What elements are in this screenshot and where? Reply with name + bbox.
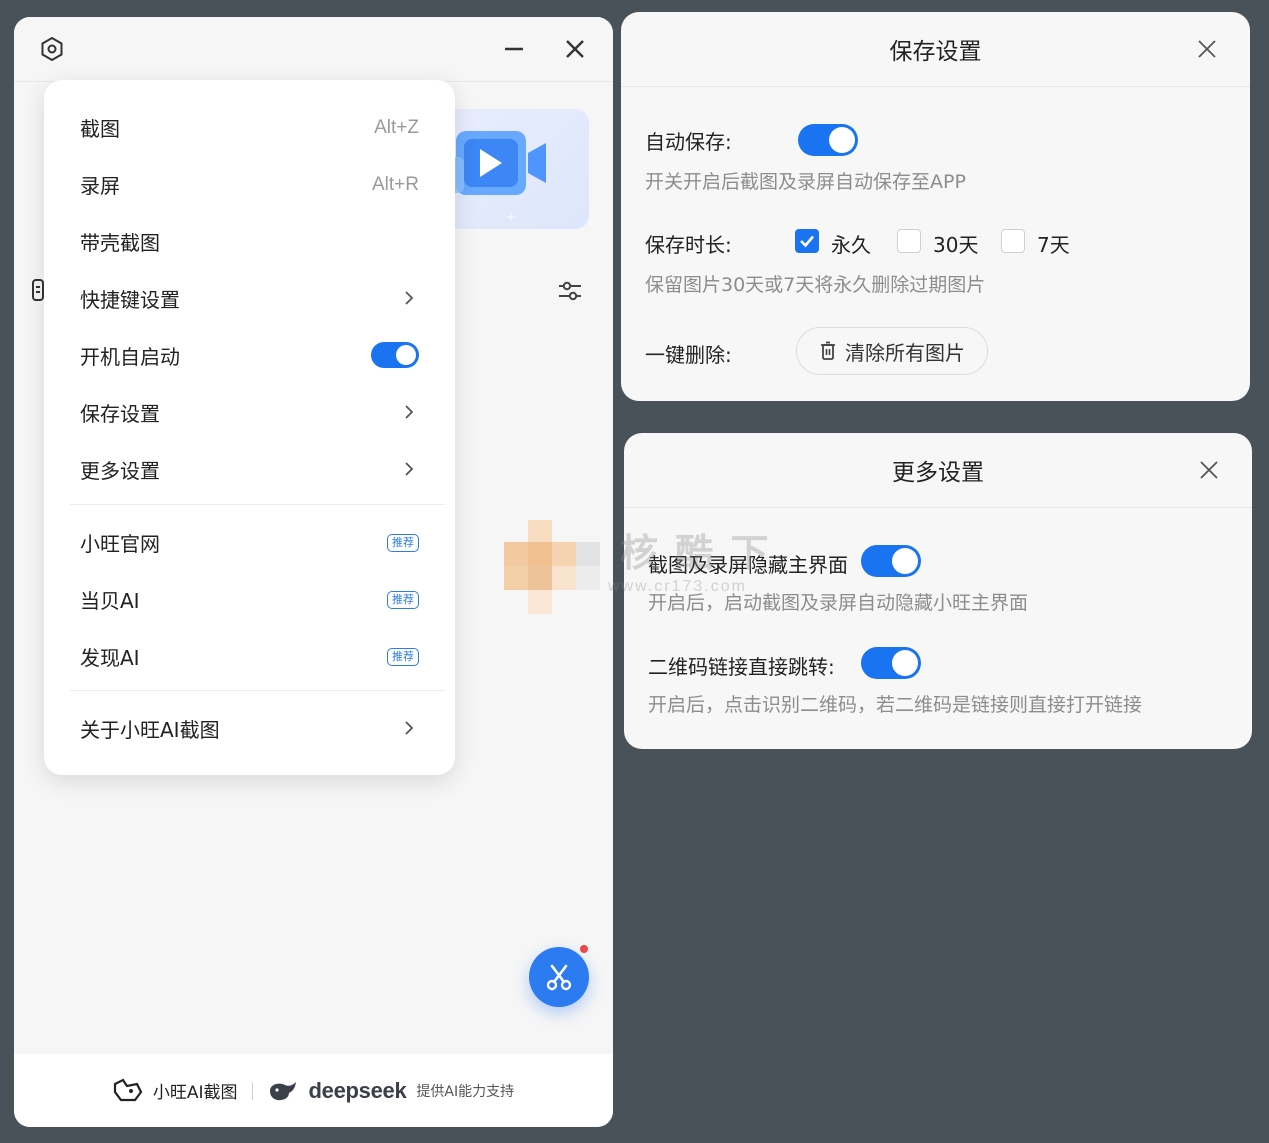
menu-item-about[interactable]: 关于小旺AI截图: [44, 700, 455, 757]
chevron-right-icon: [405, 721, 414, 735]
chevron-right-icon: [405, 405, 414, 419]
autostart-toggle[interactable]: [371, 342, 419, 368]
xiaowang-logo-icon: [113, 1078, 143, 1101]
close-icon[interactable]: [1196, 457, 1222, 483]
menu-item-record[interactable]: 录屏 Alt+R: [44, 156, 455, 213]
duration-option-label: 7天: [1037, 233, 1070, 257]
notification-dot: [580, 945, 588, 953]
duration-option-label: 永久: [831, 233, 871, 257]
recommend-badge: 推荐: [387, 533, 419, 552]
close-icon[interactable]: [1194, 36, 1220, 62]
collapsed-tab-icon[interactable]: [32, 279, 44, 301]
menu-item-label: 快捷键设置: [80, 288, 180, 312]
menu-item-label: 小旺官网: [80, 532, 160, 556]
chevron-right-icon: [405, 291, 414, 305]
dialog-title: 保存设置: [889, 39, 982, 65]
menu-item-discover-ai[interactable]: 发现AI 推荐: [44, 628, 455, 685]
menu-item-label: 保存设置: [80, 402, 160, 426]
duration-permanent-checkbox[interactable]: [795, 229, 819, 253]
toggle-knob: [892, 650, 918, 676]
filter-settings-icon[interactable]: [554, 275, 586, 307]
checkmark-icon: [800, 235, 814, 248]
menu-item-hotkey-settings[interactable]: 快捷键设置: [44, 270, 455, 327]
svg-text:+: +: [506, 210, 516, 224]
auto-save-toggle[interactable]: [798, 124, 858, 156]
dialog-header: 更多设置: [624, 433, 1252, 508]
more-settings-dialog: 更多设置 截图及录屏隐藏主界面 开启后，启动截图及录屏自动隐藏小旺主界面 二维码…: [624, 433, 1252, 749]
toggle-knob: [892, 548, 918, 574]
qr-jump-description: 开启后，点击识别二维码，若二维码是链接则直接打开链接: [648, 694, 1143, 716]
hide-main-ui-toggle[interactable]: [861, 545, 921, 577]
scissors-icon: [546, 964, 572, 991]
auto-save-description: 开关开启后截图及录屏自动保存至APP: [645, 171, 966, 193]
menu-item-screenshot[interactable]: 截图 Alt+Z: [44, 99, 455, 156]
screenshot-fab-button[interactable]: [529, 947, 589, 1007]
dialog-header: 保存设置: [621, 12, 1250, 87]
menu-item-label: 带壳截图: [80, 231, 160, 255]
duration-30-days-checkbox[interactable]: [897, 229, 921, 253]
close-icon[interactable]: [559, 33, 591, 65]
menu-item-official-site[interactable]: 小旺官网 推荐: [44, 514, 455, 571]
hide-main-ui-label: 截图及录屏隐藏主界面: [648, 553, 848, 577]
menu-item-device-frame-screenshot[interactable]: 带壳截图: [44, 213, 455, 270]
menu-item-save-settings[interactable]: 保存设置: [44, 384, 455, 441]
save-settings-dialog: 保存设置 自动保存: 开关开启后截图及录屏自动保存至APP 保存时长: 永久 3…: [621, 12, 1250, 401]
clear-button-label: 清除所有图片: [845, 340, 965, 365]
toggle-knob: [829, 127, 855, 153]
chevron-right-icon: [405, 462, 414, 476]
footer-partner-name: deepseek: [308, 1077, 407, 1103]
settings-hexagon-icon[interactable]: [36, 33, 68, 65]
footer-support-text: 提供AI能力支持: [416, 1083, 515, 1100]
qr-jump-toggle[interactable]: [861, 647, 921, 679]
duration-7-days-checkbox[interactable]: [1001, 229, 1025, 253]
menu-item-more-settings[interactable]: 更多设置: [44, 441, 455, 498]
menu-item-label: 发现AI: [80, 646, 140, 670]
menu-item-autostart: 开机自启动: [44, 327, 455, 384]
menu-divider: [70, 690, 445, 691]
delete-label: 一键删除:: [645, 343, 732, 367]
deepseek-whale-icon: [269, 1081, 296, 1100]
footer: 小旺AI截图 deepseek 提供AI能力支持: [14, 1054, 613, 1127]
menu-item-label: 更多设置: [80, 459, 160, 483]
recommend-badge: 推荐: [387, 590, 419, 609]
menu-item-label: 关于小旺AI截图: [80, 718, 220, 742]
recommend-badge: 推荐: [387, 647, 419, 666]
trash-icon: [821, 341, 835, 360]
menu-divider: [70, 504, 445, 505]
titlebar: [14, 17, 613, 82]
footer-separator: [251, 1081, 253, 1100]
menu-item-label: 当贝AI: [80, 589, 140, 613]
duration-label: 保存时长:: [645, 233, 732, 257]
footer-app-name: 小旺AI截图: [152, 1083, 238, 1103]
menu-item-label: 开机自启动: [80, 345, 180, 369]
hide-main-ui-description: 开启后，启动截图及录屏自动隐藏小旺主界面: [648, 592, 1029, 614]
dialog-title: 更多设置: [892, 460, 984, 486]
main-menu: 截图 Alt+Z 录屏 Alt+R 带壳截图 快捷键设置 开机自启动 保存设置 …: [44, 80, 455, 775]
qr-jump-label: 二维码链接直接跳转:: [648, 655, 835, 679]
menu-item-dangbei-ai[interactable]: 当贝AI 推荐: [44, 571, 455, 628]
menu-item-label: 截图: [80, 117, 120, 141]
menu-item-shortcut: Alt+R: [372, 173, 419, 195]
menu-item-shortcut: Alt+Z: [374, 116, 419, 138]
auto-save-label: 自动保存:: [645, 130, 732, 154]
minimize-icon[interactable]: [498, 33, 530, 65]
duration-option-label: 30天: [933, 233, 979, 257]
toggle-knob: [396, 345, 416, 365]
menu-item-label: 录屏: [80, 174, 120, 198]
clear-all-images-button[interactable]: 清除所有图片: [796, 327, 988, 375]
duration-description: 保留图片30天或7天将永久删除过期图片: [645, 274, 986, 296]
